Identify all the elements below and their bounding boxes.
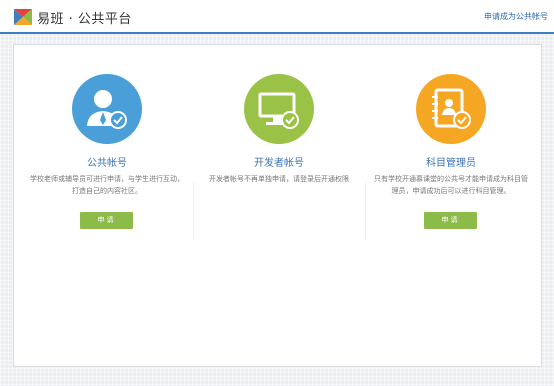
column-divider [365,182,366,240]
public-account-description: 学校老师或辅导员可进行申请，与学生进行互动，打造自己的内容社区。 [30,175,184,195]
apply-subject-admin-button[interactable]: 申请 [424,212,477,229]
subject-admin-description: 只有学校开通慕课堂的公共号才能申请成为科目管理员，申请成功后可以进行科目管理。 [374,175,528,195]
subject-admin-title: 科目管理员 [426,158,476,169]
top-bar: 易班 · 公共平台 申请成为公共帐号 [0,0,554,34]
public-account-title: 公共帐号 [87,158,127,169]
app-logo[interactable]: 易班 · 公共平台 [13,6,132,28]
teacher-avatar-check-icon [72,74,142,144]
account-type-panel: 公共帐号 学校老师或辅导员可进行申请，与学生进行互动，打造自己的内容社区。 申请… [13,44,542,367]
app-name: 易班 · 公共平台 [37,11,132,27]
column-divider [193,182,194,240]
apply-public-account-link[interactable]: 申请成为公共帐号 [484,11,548,22]
address-book-check-icon [416,74,486,144]
monitor-check-icon [244,74,314,144]
yiban-logo-icon [14,9,32,25]
developer-account-title: 开发者帐号 [254,158,304,169]
developer-account-description: 开发者帐号不再单独申请，请登录后开通权限 [209,175,349,183]
apply-public-account-button[interactable]: 申请 [80,212,133,229]
